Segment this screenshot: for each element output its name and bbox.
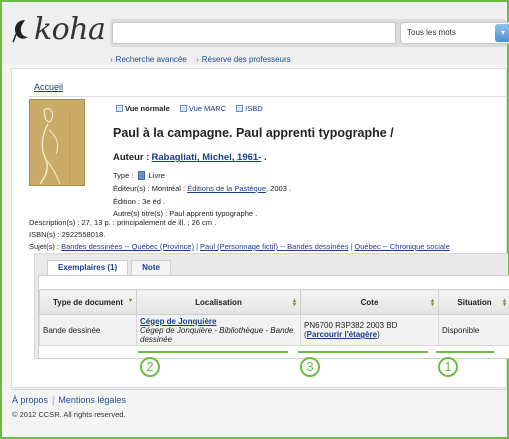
koha-logo[interactable]: koha (11, 12, 106, 47)
divider (28, 96, 506, 97)
header-bar: koha Tous les mots ▾ › Recherche avancée … (2, 2, 509, 64)
document-icon (236, 105, 244, 112)
items-panel: Type de document ▾ Localisation ▴ ▾ Cote ▴ ▾ … (38, 275, 509, 359)
other-titles-row: Autre(s) titre(s) : Paul apprenti typogr… (113, 209, 258, 218)
callout-line (298, 351, 428, 353)
location-link[interactable]: Cégep de Jonquière (140, 317, 216, 326)
tab-marc-view[interactable]: Vue MARC (179, 104, 226, 113)
callout-number-1: 1 (438, 357, 458, 377)
publisher-link[interactable]: Éditions de la Pastèque (187, 184, 266, 193)
holdings-tabs: Exemplaires (1) Note (47, 260, 174, 276)
author-label: Auteur : (113, 152, 150, 163)
top-links: › Recherche avancée › Réserve des professe… (110, 55, 291, 64)
search-scope-select[interactable]: Tous les mots ▾ (400, 22, 509, 44)
logo-text: koha (34, 12, 106, 47)
about-link[interactable]: À propos (12, 395, 48, 405)
book-cover-image[interactable] (29, 99, 85, 186)
footer-links: À propos | Mentions légales (12, 395, 126, 405)
advanced-search-link[interactable]: Recherche avancée (116, 55, 187, 64)
course-reserves-link[interactable]: Réserve des professeurs (202, 55, 291, 64)
author-link[interactable]: Rabagliati, Michel, 1961- (152, 152, 262, 163)
item-location: Cégep de Jonquière Cégep de Jonquière - … (136, 314, 301, 346)
column-header-callnumber[interactable]: Cote ▴ ▾ (300, 289, 439, 315)
holdings-panel: Exemplaires (1) Note Type de document ▾ Lo… (34, 253, 509, 359)
item-status: Disponible (438, 314, 509, 346)
sort-icon: ▴ ▾ (502, 298, 506, 308)
main-content: Accueil Vue normale Vue MARC ISBD Paul à… (11, 68, 509, 388)
tab-note[interactable]: Note (131, 260, 171, 275)
callout-line (436, 351, 494, 353)
type-row: Type : Livre (113, 171, 165, 180)
chevron-down-icon[interactable]: ▾ (495, 24, 509, 42)
koha-leaf-icon (11, 17, 33, 43)
browse-shelf-link[interactable]: Parcourir l'étagère (307, 330, 377, 339)
sort-icon: ▴ ▾ (292, 298, 296, 308)
view-tabs: Vue normale Vue MARC ISBD (116, 104, 271, 113)
search-input[interactable] (112, 22, 396, 44)
arrow-right-icon: › (110, 55, 113, 64)
sort-icon: ▾ (128, 298, 132, 304)
edition-row: Édition : 3e éd . (113, 197, 166, 206)
document-icon (179, 105, 187, 112)
book-icon (137, 171, 145, 180)
location-detail: Cégep de Jonquière - Bibliothèque - Band… (140, 325, 294, 344)
arrow-right-icon: › (196, 55, 199, 64)
subject-link[interactable]: Québec -- Chronique sociale (354, 242, 449, 251)
tab-isbd-view[interactable]: ISBD (236, 104, 263, 113)
breadcrumb-home[interactable]: Accueil (34, 82, 63, 92)
items-table: Type de document ▾ Localisation ▴ ▾ Cote ▴ ▾ … (39, 289, 509, 346)
column-header-status[interactable]: Situation ▴ ▾ (438, 289, 509, 315)
document-icon (116, 105, 123, 112)
table-row: Bande dessinée Cégep de Jonquière Cégep … (39, 314, 509, 346)
record-title: Paul à la campagne. Paul apprenti typogr… (113, 126, 394, 140)
search-bar: Tous les mots ▾ (110, 19, 509, 47)
sort-icon: ▴ ▾ (430, 298, 434, 308)
item-callnumber: PN6700 R3P382 2003 BD (Parcourir l'étagè… (300, 314, 439, 346)
callout-number-3: 3 (300, 357, 320, 377)
legal-link[interactable]: Mentions légales (58, 395, 126, 405)
publisher-row: Éditeur(s) : Montréal : Éditions de la P… (113, 184, 292, 193)
copyright-text: © 2012 CCSR. All rights reserved. (12, 410, 126, 419)
subject-link[interactable]: Paul (Personnage fictif) -- Bandes dessi… (200, 242, 348, 251)
item-type: Bande dessinée (39, 314, 137, 346)
callout-line (138, 351, 288, 353)
description-row: Description(s) : 27, 13 p. : principalem… (29, 218, 217, 227)
tab-items[interactable]: Exemplaires (1) (47, 260, 129, 276)
author-row: Auteur : Rabagliati, Michel, 1961- . (113, 152, 267, 163)
column-header-type[interactable]: Type de document ▾ (39, 289, 137, 315)
divider (11, 389, 507, 390)
isbn-row: ISBN(s) : 2922558018. (29, 230, 106, 239)
tab-normal-view[interactable]: Vue normale (116, 104, 170, 113)
callout-number-2: 2 (140, 357, 160, 377)
subject-link[interactable]: Bandes dessinées -- Québec (Province) (61, 242, 194, 251)
subjects-row: Sujet(s) : Bandes dessinées -- Québec (P… (29, 242, 450, 251)
search-scope-value: Tous les mots (407, 28, 456, 37)
column-header-location[interactable]: Localisation ▴ ▾ (136, 289, 301, 315)
